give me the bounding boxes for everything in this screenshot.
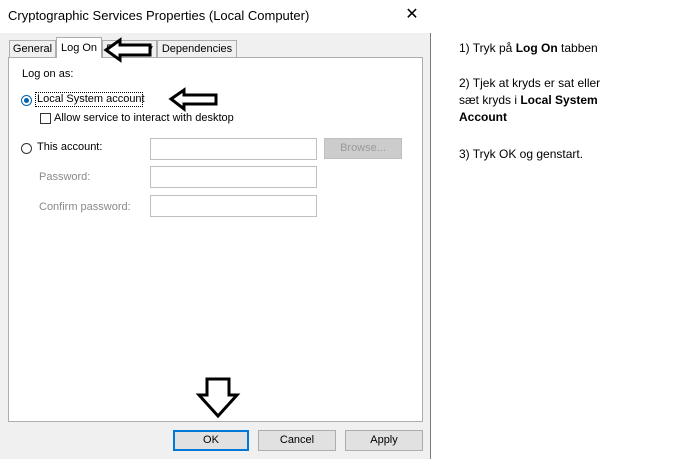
step1-text: 1) Tryk på [459, 41, 516, 55]
step2-line-2: sæt kryds i Local System [459, 92, 689, 109]
step1-bold: Log On [515, 41, 558, 55]
instruction-step-1: 1) Tryk på Log On tabben [459, 40, 689, 57]
arrow-down-icon [195, 377, 241, 419]
arrow-left-icon [168, 87, 218, 113]
step2-line-3: Account [459, 109, 689, 126]
instruction-step-3: 3) Tryk OK og genstart. [459, 147, 584, 161]
step1-suffix: tabben [557, 41, 598, 55]
tab-log-on[interactable]: Log On [56, 37, 102, 58]
step2-text: sæt kryds i [459, 93, 521, 107]
step2-line-1: 2) Tjek at kryds er sat eller [459, 76, 601, 90]
step2-bold-account: Account [459, 110, 507, 124]
step2-bold: Local System [520, 93, 598, 107]
annotation-layer [103, 37, 241, 419]
arrow-left-icon [103, 37, 152, 63]
instruction-step-2: 2) Tjek at kryds er sat eller sæt kryds … [459, 75, 689, 126]
